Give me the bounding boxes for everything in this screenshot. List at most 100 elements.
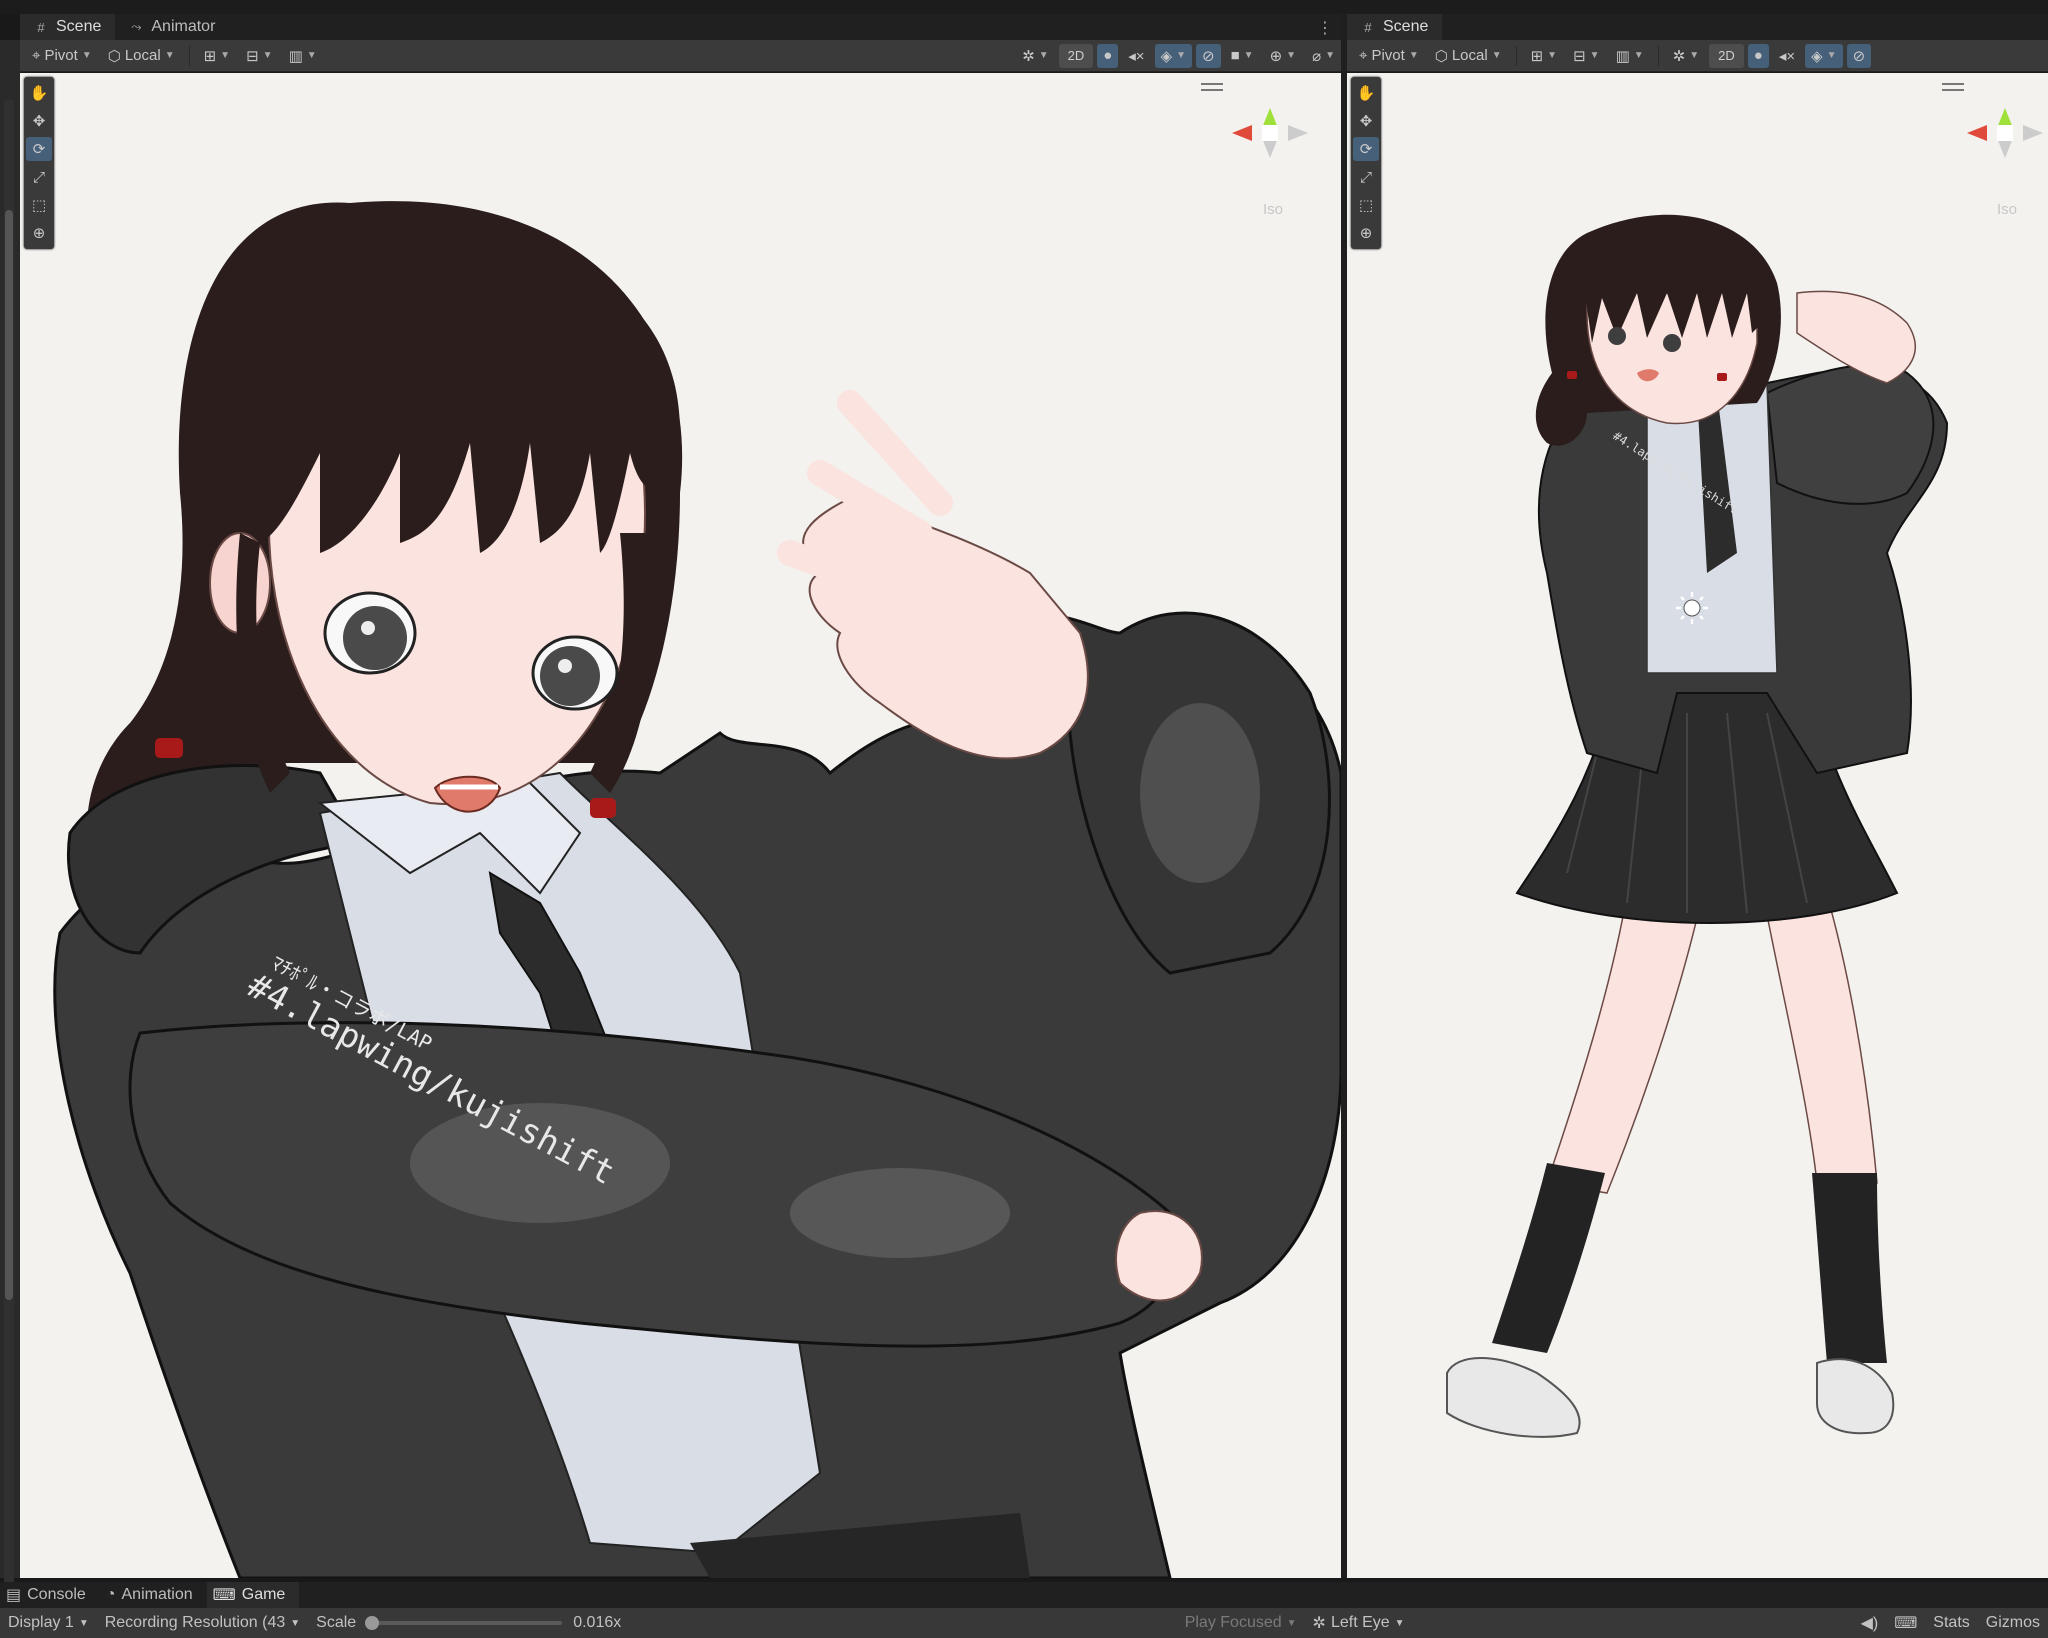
left-scene-viewport[interactable]: ﾏﾁﾎﾟﾙ・コラボ/LAP #4.lapwing/kujishift ✋ ✥ ⟳… <box>20 73 1341 1578</box>
gamepad-icon: ⌨ <box>212 1587 236 1604</box>
pivot-dropdown-right[interactable]: ⌖ Pivot ▼ <box>1353 43 1425 68</box>
chevron-down-icon: ▼ <box>290 1617 301 1629</box>
cube-icon: ⬡ <box>107 47 121 65</box>
chevron-down-icon: ▼ <box>1394 1617 1405 1629</box>
grid-snap-button[interactable]: ⊞ ▼ <box>197 43 237 68</box>
scale-tool-right[interactable]: ⤢ <box>1353 165 1379 189</box>
effects-toggle-right[interactable]: ◈ ▼ <box>1805 43 1843 68</box>
increment-snap-button-right[interactable]: ▥ ▼ <box>1609 43 1650 68</box>
grid-snap-icon: ⊞ <box>203 47 217 65</box>
overlay-menu-icon[interactable] <box>1201 83 1223 91</box>
grid-visibility-button-right[interactable]: ⊟ ▼ <box>1567 43 1606 68</box>
grid-visibility-button[interactable]: ⊟ ▼ <box>240 43 279 68</box>
hidden-objects-toggle-right[interactable]: ⊘ <box>1846 43 1872 68</box>
effects-toggle[interactable]: ◈ ▼ <box>1154 43 1193 68</box>
chevron-down-icon: ▼ <box>220 50 231 61</box>
scale-slider-knob[interactable] <box>365 1616 380 1630</box>
bug-icon: ✲ <box>1672 47 1686 65</box>
scale-icon: ⤢ <box>1359 168 1372 186</box>
move-tool[interactable]: ✥ <box>26 109 52 133</box>
chevron-down-icon: ▼ <box>1547 50 1558 61</box>
scale-slider[interactable] <box>365 1616 563 1630</box>
bug-icon: ✲ <box>1312 1615 1326 1632</box>
tab-console[interactable]: ▤ Console <box>0 1582 100 1608</box>
draw-mode-button[interactable]: ⌀ ▼ <box>1306 43 1341 68</box>
hidden-objects-toggle[interactable]: ⊘ <box>1196 43 1221 68</box>
transform-tool-right[interactable]: ⊕ <box>1353 221 1379 245</box>
toolbar-separator <box>188 45 190 66</box>
rect-tool[interactable]: ⬚ <box>26 193 52 217</box>
grid-icon: # <box>37 19 45 35</box>
rotate-tool-right[interactable]: ⟳ <box>1353 137 1379 161</box>
camera-icon: ■ <box>1230 47 1240 64</box>
hand-icon: ✋ <box>1356 85 1376 102</box>
eye-label: Left Eye <box>1330 1614 1390 1631</box>
eye-slash-icon: ⊘ <box>1852 47 1866 65</box>
chevron-down-icon: ▼ <box>1286 1617 1297 1629</box>
audio-toggle[interactable]: ◂× <box>1122 43 1151 68</box>
debug-draw-button-right[interactable]: ✲ ▼ <box>1666 43 1706 68</box>
move-tool-right[interactable]: ✥ <box>1353 109 1379 133</box>
resolution-dropdown[interactable]: Recording Resolution (43 ▼ <box>97 1614 308 1632</box>
lightbulb-icon: ● <box>1103 47 1113 64</box>
local-dropdown[interactable]: ⬡ Local ▼ <box>101 43 181 68</box>
pivot-label-right: Pivot <box>1371 47 1405 64</box>
chevron-down-icon: ▼ <box>164 50 175 61</box>
grid-snap-button-right[interactable]: ⊞ ▼ <box>1524 43 1564 68</box>
vertical-scrollbar[interactable] <box>4 100 14 1600</box>
tab-scene-right[interactable]: # Scene <box>1347 14 1443 40</box>
mute-audio-button[interactable]: ◀) <box>1853 1613 1887 1633</box>
projection-label-right[interactable]: Iso <box>1997 201 2017 218</box>
pivot-dropdown[interactable]: ⌖ Pivot ▼ <box>26 43 98 68</box>
chevron-down-icon: ▼ <box>81 50 92 61</box>
more-options-icon[interactable]: ⋮ <box>1317 18 1333 38</box>
audio-toggle-right[interactable]: ◂× <box>1772 43 1802 68</box>
camera-settings-button[interactable]: ■ ▼ <box>1224 43 1260 68</box>
globe-icon: ⊕ <box>1269 47 1283 65</box>
chevron-down-icon: ▼ <box>1689 50 1700 61</box>
hand-tool[interactable]: ✋ <box>26 81 52 105</box>
gizmos-button[interactable]: Gizmos <box>1978 1614 2048 1632</box>
scale-control: Scale 0.016x <box>308 1614 629 1632</box>
scale-label: Scale <box>316 1614 357 1631</box>
right-scene-viewport[interactable]: #4.lapwing/kujishift ✋ ✥ ⟳ ⤢ ⬚ ⊕ Iso <box>1347 73 2048 1578</box>
gizmos-label: Gizmos <box>1985 1614 2040 1631</box>
keyboard-shortcuts-button[interactable]: ⌨ <box>1886 1613 1925 1633</box>
tab-animation[interactable]: ◔ Animation <box>100 1582 207 1608</box>
toggle-2d-button[interactable]: 2D <box>1058 43 1094 68</box>
play-focused-dropdown[interactable]: Play Focused ▼ <box>1177 1614 1305 1632</box>
tab-game[interactable]: ⌨ Game <box>206 1582 300 1608</box>
toggle-2d-button-right[interactable]: 2D <box>1709 43 1744 68</box>
chevron-down-icon: ▼ <box>78 1617 89 1629</box>
tab-scene[interactable]: # Scene <box>20 14 116 40</box>
left-scene-toolbar: ⌖ Pivot ▼ ⬡ Local ▼ ⊞ ▼ ⊟ ▼ ▥ ▼ ✲ ▼ 2D ● ◂× … <box>20 40 1341 72</box>
transform-tool[interactable]: ⊕ <box>26 221 52 245</box>
local-dropdown-right[interactable]: ⬡ Local ▼ <box>1428 43 1508 68</box>
speaker-icon: ◀) <box>1860 1615 1879 1632</box>
orientation-gizmo-right[interactable] <box>1965 103 2045 213</box>
character-fullbody: #4.lapwing/kujishift <box>1446 214 1949 1438</box>
chevron-down-icon: ▼ <box>1408 50 1419 61</box>
chevron-down-icon: ▼ <box>1243 50 1254 61</box>
left-side-strip <box>0 40 20 1600</box>
chevron-down-icon: ▼ <box>1589 50 1600 61</box>
tab-animator[interactable]: ⤳ Animator <box>115 14 229 40</box>
gizmos-toggle[interactable]: ⊕ ▼ <box>1263 43 1303 68</box>
lighting-toggle[interactable]: ● <box>1097 43 1119 68</box>
eye-dropdown[interactable]: ✲ Left Eye ▼ <box>1305 1613 1413 1633</box>
scale-tool[interactable]: ⤢ <box>26 165 52 189</box>
increment-snap-button[interactable]: ▥ ▼ <box>282 43 323 68</box>
debug-draw-button[interactable]: ✲ ▼ <box>1016 43 1055 68</box>
scrollbar-thumb[interactable] <box>5 210 13 1300</box>
stats-button[interactable]: Stats <box>1925 1614 1977 1632</box>
orientation-gizmo[interactable] <box>1230 103 1310 213</box>
audio-muted-icon: ◂× <box>1128 47 1145 65</box>
overlay-menu-icon-right[interactable] <box>1942 83 1964 91</box>
hand-tool-right[interactable]: ✋ <box>1353 81 1379 105</box>
rotate-tool[interactable]: ⟳ <box>26 137 52 161</box>
tab-game-label: Game <box>241 1586 286 1603</box>
projection-label[interactable]: Iso <box>1263 201 1283 218</box>
lighting-toggle-right[interactable]: ● <box>1747 43 1769 68</box>
rect-tool-right[interactable]: ⬚ <box>1353 193 1379 217</box>
display-dropdown[interactable]: Display 1 ▼ <box>0 1614 97 1632</box>
